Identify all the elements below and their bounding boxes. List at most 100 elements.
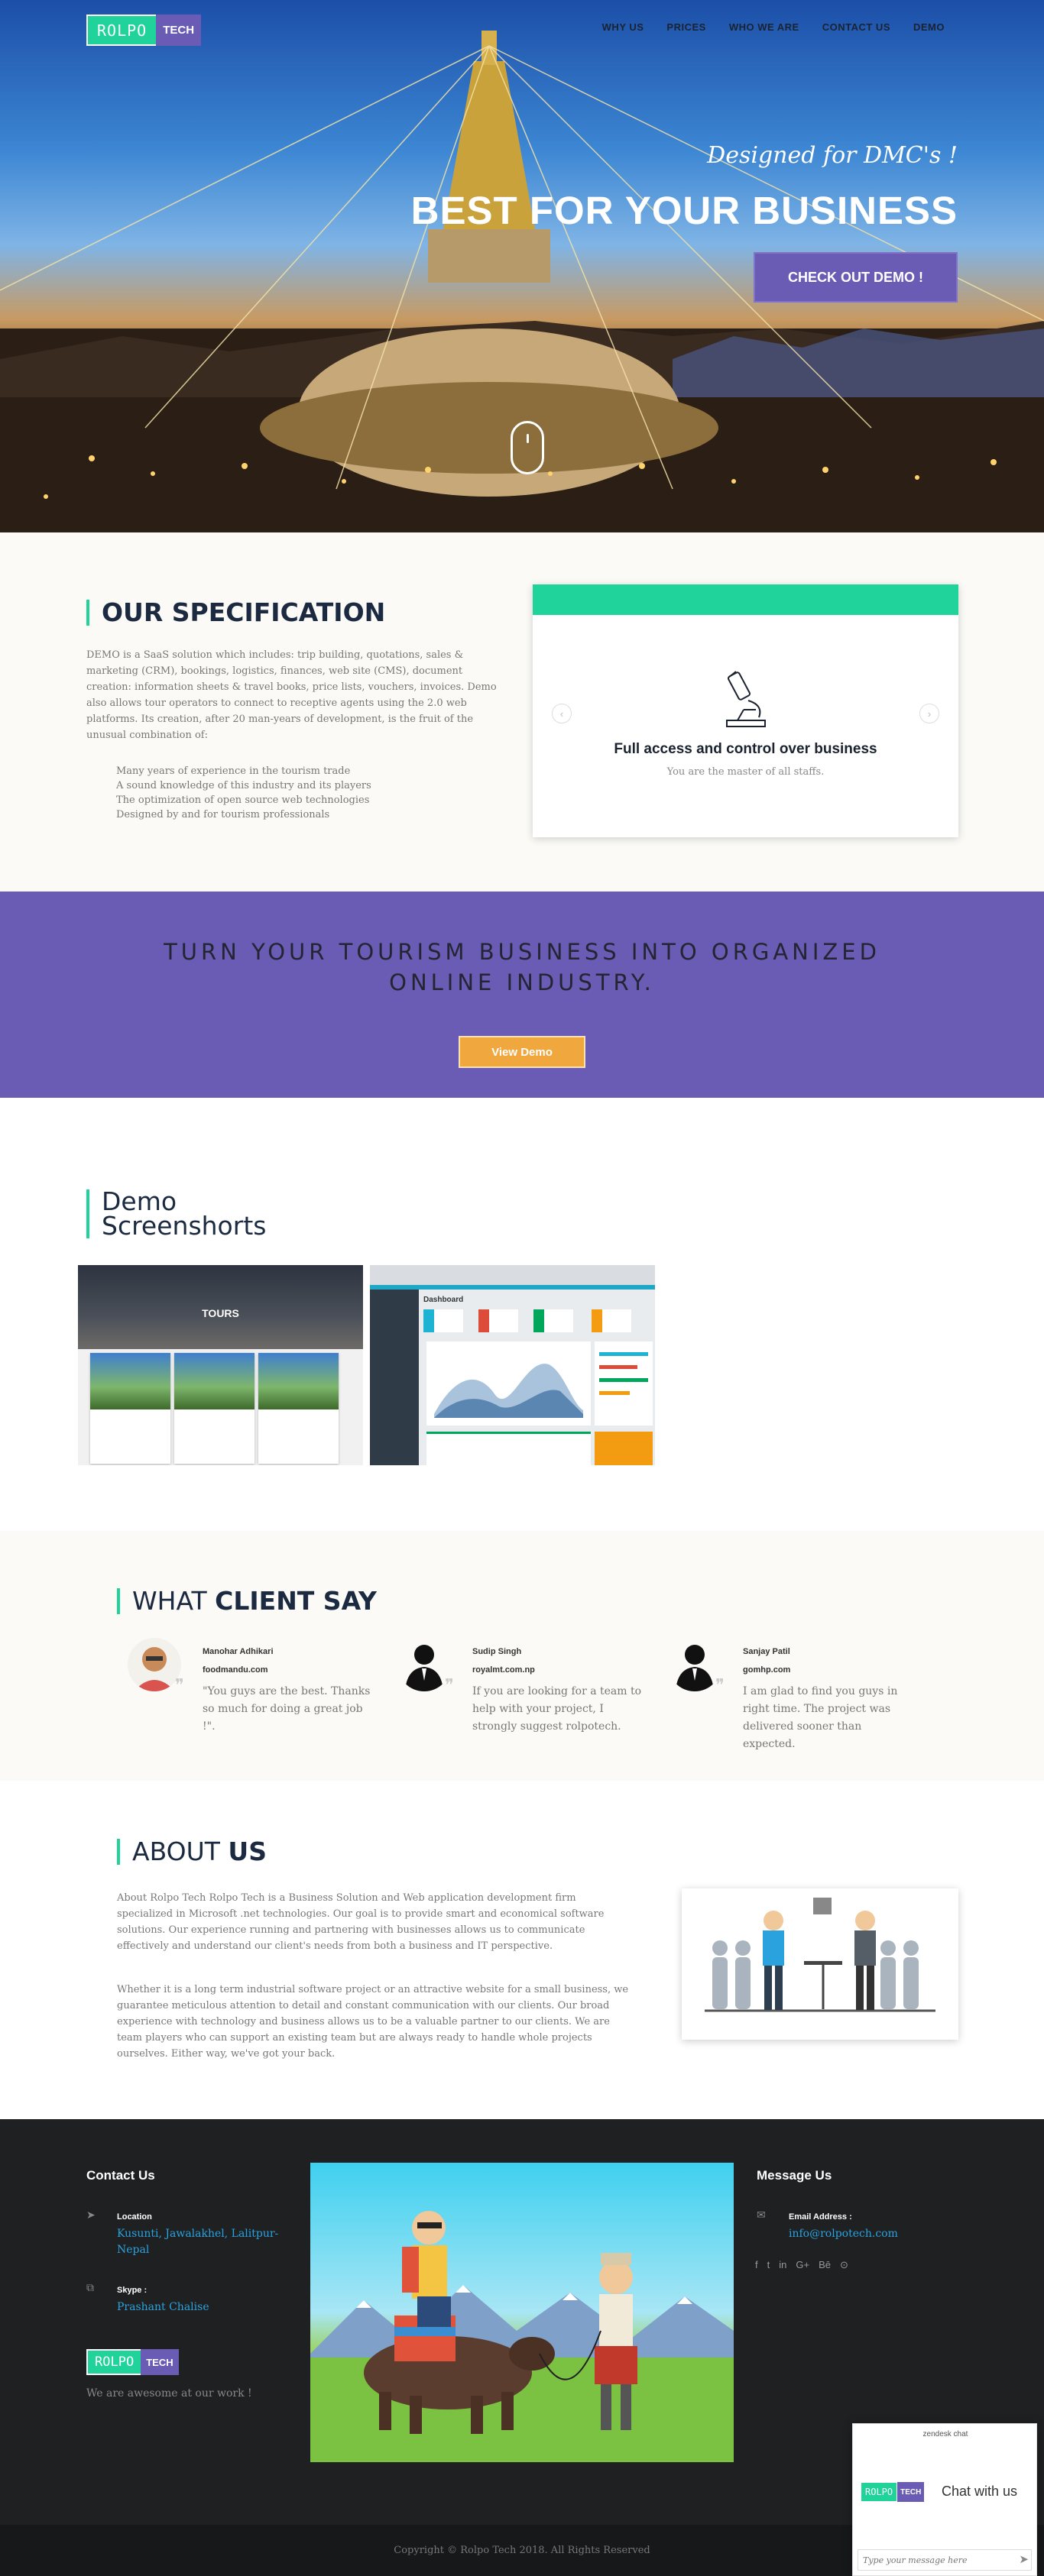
scroll-down-icon[interactable] [511, 421, 544, 474]
nav-why-us[interactable]: WHY US [602, 21, 644, 33]
screenshot-dashboard-sidebar [370, 1290, 419, 1465]
nav-demo[interactable]: DEMO [913, 21, 945, 33]
chat-logo: ROLPO TECH [861, 2482, 937, 2502]
skype-icon: ⧉ [86, 2281, 94, 2293]
screenshot-tours[interactable]: TOURS [78, 1265, 363, 1465]
about-title-bold: US [228, 1837, 267, 1866]
pinterest-icon[interactable]: ⊙ [840, 2259, 848, 2271]
screenshot-chart-graphic [434, 1364, 583, 1418]
nav-contact-us[interactable]: CONTACT US [822, 21, 890, 33]
screenshot-dashboard-label: Dashboard [423, 1296, 464, 1304]
carousel-next-button[interactable]: › [919, 704, 939, 723]
social-links: f t in G+ Bē ⊙ [755, 2259, 848, 2271]
location-label: Location [117, 2212, 152, 2222]
banner-line-1: TURN YOUR TOURISM BUSINESS INTO ORGANIZE… [164, 939, 880, 965]
send-icon[interactable]: ➤ [1019, 2552, 1029, 2566]
testimonial-org: royalmt.com.np [472, 1665, 535, 1675]
behance-icon[interactable]: Bē [819, 2259, 831, 2271]
about-title-light: ABOUT [132, 1837, 220, 1866]
banner-line-2: ONLINE INDUSTRY. [389, 969, 655, 995]
location-icon: ➤ [86, 2209, 96, 2221]
quote-icon: ❞ [175, 1676, 184, 1695]
check-out-demo-button[interactable]: CHECK OUT DEMO ! [754, 252, 958, 303]
microscope-icon [726, 671, 766, 727]
nav-who-we-are[interactable]: WHO WE ARE [729, 21, 799, 33]
hero-tagline: Designed for DMC's ! [707, 142, 958, 169]
list-item: Many years of experience in the tourism … [116, 765, 351, 777]
yak-rider-illustration [310, 2163, 734, 2462]
screenshot-area-chart [426, 1341, 591, 1426]
screenshot-lower-panel [426, 1432, 591, 1465]
skype-label: Skype : [117, 2286, 148, 2295]
specification-section: OUR SPECIFICATION DEMO is a SaaS solutio… [0, 532, 1044, 892]
chat-title: zendesk chat [922, 2430, 968, 2438]
chat-logo-rolpo: ROLPO [861, 2482, 898, 2502]
footer-logo-rolpo: ROLPO [86, 2349, 141, 2375]
list-item: Designed by and for tourism professional… [116, 809, 330, 820]
client-testimonials-section: WHAT CLIENT SAY ❞ Manohar Adhikari foodm… [0, 1531, 1044, 1781]
specification-title-bold: SPECIFICATION [171, 597, 386, 627]
logo-text-tech: TECH [156, 15, 202, 46]
footer-tagline: We are awesome at our work ! [86, 2387, 252, 2400]
screenshot-package-card [174, 1353, 255, 1464]
hero-section: ROLPO TECH WHY US PRICES WHO WE ARE CONT… [0, 0, 1044, 532]
about-paragraph-1: About Rolpo Tech Rolpo Tech is a Busines… [117, 1892, 605, 1952]
screenshot-dashboard[interactable]: Dashboard [370, 1265, 655, 1465]
testimonial-name: Sudip Singh [472, 1647, 522, 1656]
screenshot-package-card [258, 1353, 339, 1464]
view-demo-button[interactable]: View Demo [459, 1036, 585, 1068]
clients-title-light: WHAT [132, 1586, 207, 1616]
linkedin-icon[interactable]: in [779, 2259, 786, 2271]
testimonial-name: Manohar Adhikari [203, 1647, 274, 1656]
testimonial-text: "You guys are the best. Thanks so much f… [203, 1685, 371, 1733]
testimonial-org: gomhp.com [743, 1665, 791, 1675]
specification-title-light: OUR [102, 597, 164, 627]
list-item: The optimization of open source web tech… [116, 794, 370, 806]
screenshot-package-card [90, 1353, 170, 1464]
email-icon: ✉ [757, 2209, 766, 2221]
skype-value[interactable]: Prashant Chalise [117, 2299, 209, 2315]
contact-title: Contact Us [86, 2168, 155, 2183]
about-us-section: ABOUT US About Rolpo Tech Rolpo Tech is … [0, 1781, 1044, 2119]
chat-greeting: Chat with us [942, 2484, 1018, 2499]
quote-icon: ❞ [715, 1676, 725, 1695]
demo-title-line-2: Screenshorts [102, 1211, 267, 1241]
chat-message-input[interactable] [858, 2549, 1032, 2571]
facebook-icon[interactable]: f [755, 2259, 758, 2271]
twitter-icon[interactable]: t [767, 2259, 770, 2271]
testimonial-text: I am glad to find you guys in right time… [743, 1685, 898, 1750]
banner-heading: TURN YOUR TOURISM BUSINESS INTO ORGANIZE… [0, 937, 1044, 998]
quote-icon: ❞ [445, 1676, 454, 1695]
about-title: ABOUT US [117, 1839, 267, 1865]
specification-paragraph: DEMO is a SaaS solution which includes: … [86, 649, 497, 741]
google-plus-icon[interactable]: G+ [796, 2259, 809, 2271]
feature-carousel: ‹ › Full access and control over busines… [533, 584, 958, 837]
nav-prices[interactable]: PRICES [666, 21, 705, 33]
avatar [668, 1638, 721, 1691]
avatar [397, 1638, 451, 1691]
clients-title-bold: CLIENT SAY [215, 1586, 377, 1616]
screenshot-tours-label: TOURS [202, 1307, 239, 1319]
screenshot-tile [533, 1309, 573, 1332]
specification-list: Many years of experience in the tourism … [116, 764, 371, 822]
card-title: Full access and control over business [614, 741, 877, 757]
clients-title: WHAT CLIENT SAY [117, 1588, 377, 1614]
email-value[interactable]: info@rolpotech.com [789, 2226, 898, 2242]
location-line-1: Kusunti, Jawalakhel, Lalitpur- [117, 2228, 279, 2240]
screenshot-dashboard-topbar [370, 1265, 655, 1290]
cta-banner: TURN YOUR TOURISM BUSINESS INTO ORGANIZE… [0, 892, 1044, 1098]
main-nav: WHY US PRICES WHO WE ARE CONTACT US DEMO [602, 21, 945, 33]
screenshot-progress-panel [595, 1341, 653, 1426]
screenshot-tile [592, 1309, 631, 1332]
chat-logo-tech: TECH [897, 2482, 925, 2502]
hero-headline: BEST FOR YOUR BUSINESS [410, 189, 958, 232]
logo[interactable]: ROLPO TECH [86, 15, 209, 46]
testimonial-text: If you are looking for a team to help wi… [472, 1685, 642, 1733]
avatar [128, 1638, 181, 1691]
footer-logo[interactable]: ROLPO TECH [86, 2349, 193, 2375]
testimonial-name: Sanjay Patil [743, 1647, 790, 1656]
list-item: A sound knowledge of this industry and i… [116, 780, 371, 791]
team-illustration [682, 1888, 958, 2040]
carousel-prev-button[interactable]: ‹ [552, 704, 572, 723]
chat-widget[interactable]: zendesk chat ROLPO TECH Chat with us ➤ [852, 2423, 1037, 2576]
